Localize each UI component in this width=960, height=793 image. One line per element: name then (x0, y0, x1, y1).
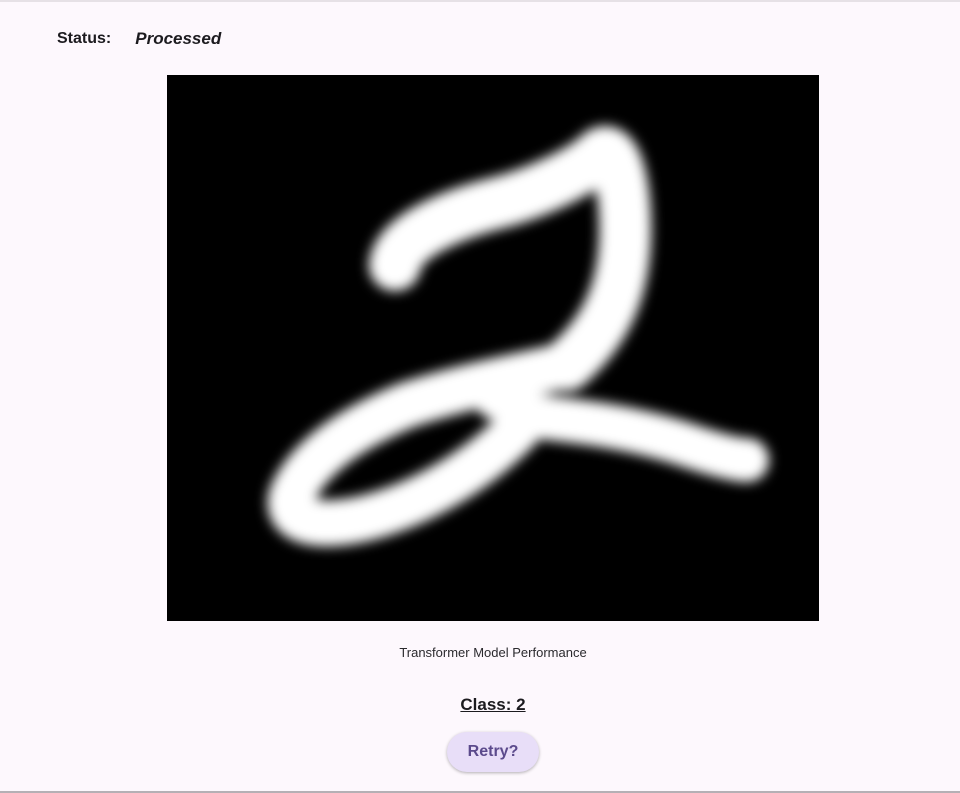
top-divider (0, 0, 960, 2)
image-caption: Transformer Model Performance (399, 645, 587, 660)
digit-image (167, 75, 819, 621)
status-label: Status: (57, 30, 112, 47)
retry-button[interactable]: Retry? (447, 732, 539, 772)
predicted-class-label: Class: 2 (460, 695, 526, 714)
status-value: Processed (135, 29, 222, 48)
status-row: Status: Processed (57, 27, 221, 51)
handwritten-digit-graphic (167, 75, 819, 621)
